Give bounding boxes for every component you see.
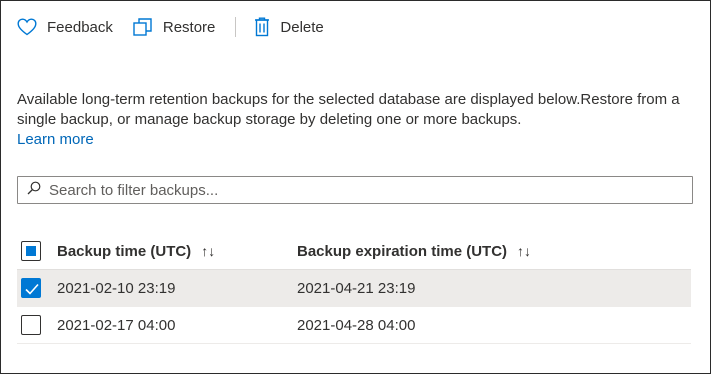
row-checkbox[interactable]	[21, 278, 41, 298]
learn-more-link[interactable]: Learn more	[17, 131, 94, 148]
restore-label: Restore	[162, 18, 216, 36]
delete-label: Delete	[280, 18, 324, 36]
backup-time-cell: 2021-02-17 04:00	[57, 316, 176, 334]
toolbar-divider	[235, 17, 237, 37]
sort-icon[interactable]: ↑↓	[517, 243, 531, 259]
column-label: Backup expiration time (UTC)	[297, 242, 508, 260]
feedback-button[interactable]: Feedback	[17, 13, 113, 41]
command-bar: Feedback Restore Delete	[17, 13, 324, 41]
sort-icon[interactable]: ↑↓	[201, 243, 215, 259]
table-row[interactable]: 2021-02-17 04:00 2021-04-28 04:00	[17, 307, 691, 344]
table-row[interactable]: 2021-02-10 23:19 2021-04-21 23:19	[17, 270, 691, 307]
search-input[interactable]	[49, 181, 669, 199]
column-label: Backup time (UTC)	[57, 242, 192, 260]
restore-icon	[133, 17, 153, 37]
select-all-checkbox[interactable]	[21, 241, 41, 261]
description-text: Available long-term retention backups fo…	[17, 91, 680, 128]
expiration-time-cell: 2021-04-21 23:19	[297, 279, 416, 297]
delete-button[interactable]: Delete	[254, 13, 324, 41]
backups-panel: Feedback Restore Delete Available long-t…	[0, 0, 711, 374]
backups-table: Backup time (UTC) ↑↓ Backup expiration ti…	[17, 233, 691, 344]
search-icon	[18, 181, 41, 200]
search-box[interactable]	[17, 176, 693, 204]
table-header: Backup time (UTC) ↑↓ Backup expiration ti…	[17, 233, 691, 270]
restore-button[interactable]: Restore	[133, 13, 216, 41]
checkmark-icon	[25, 283, 39, 295]
backup-time-cell: 2021-02-10 23:19	[57, 279, 176, 297]
column-header-backup-time[interactable]: Backup time (UTC) ↑↓	[57, 243, 215, 260]
trash-icon	[254, 17, 270, 37]
heart-icon	[17, 18, 37, 36]
expiration-time-cell: 2021-04-28 04:00	[297, 316, 416, 334]
description: Available long-term retention backups fo…	[17, 90, 697, 150]
row-checkbox[interactable]	[21, 315, 41, 335]
column-header-expiration-time[interactable]: Backup expiration time (UTC) ↑↓	[297, 243, 531, 260]
feedback-label: Feedback	[47, 18, 113, 36]
